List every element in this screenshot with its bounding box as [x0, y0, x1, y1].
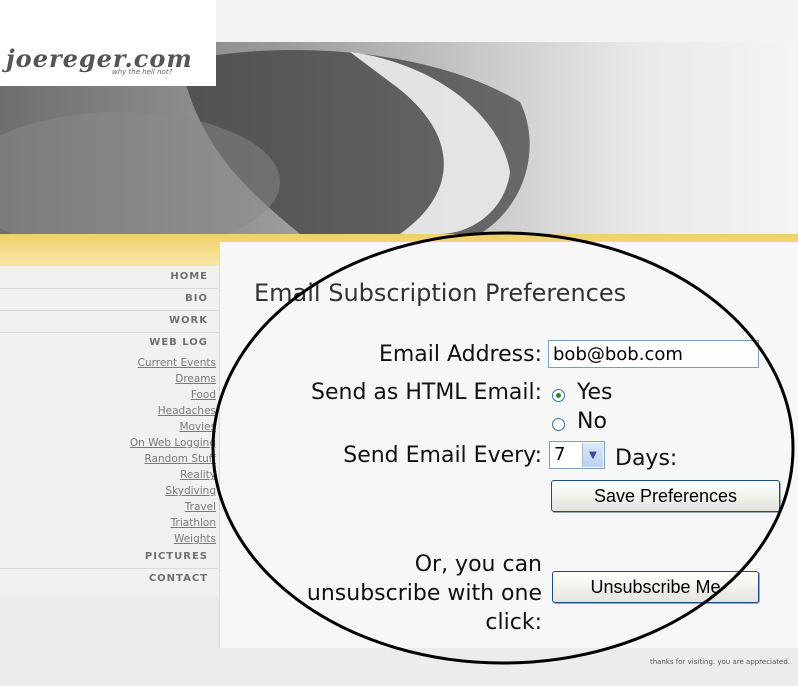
- sidebar-nav: HOME BIO WORK WEB LOG Current Events Dre…: [0, 266, 218, 596]
- nav-movies[interactable]: Movies: [179, 421, 216, 433]
- nav-divider: [0, 310, 218, 311]
- nav-bio[interactable]: BIO: [185, 293, 208, 304]
- footer-text: thanks for visiting. you are appreciated…: [649, 658, 790, 666]
- nav-divider: [0, 568, 218, 569]
- email-field[interactable]: [548, 340, 759, 368]
- nav-contact[interactable]: CONTACT: [149, 573, 208, 584]
- nav-current-events[interactable]: Current Events: [138, 357, 216, 369]
- unsubscribe-text: Or, you can unsubscribe with one click:: [307, 550, 542, 637]
- nav-headaches[interactable]: Headaches: [158, 405, 216, 417]
- nav-dreams[interactable]: Dreams: [175, 373, 216, 385]
- nav-web-log[interactable]: WEB LOG: [149, 337, 208, 348]
- html-yes-radio[interactable]: [552, 389, 565, 402]
- nav-home[interactable]: HOME: [170, 271, 208, 282]
- days-label: Days:: [615, 446, 678, 471]
- html-yes-label[interactable]: Yes: [577, 380, 613, 405]
- nav-reality[interactable]: Reality: [180, 469, 216, 481]
- frequency-select[interactable]: 7 ▼: [549, 441, 605, 469]
- nav-pictures[interactable]: PICTURES: [145, 551, 208, 562]
- nav-weights[interactable]: Weights: [174, 533, 216, 545]
- nav-divider: [0, 332, 218, 333]
- unsubscribe-button[interactable]: Unsubscribe Me: [552, 571, 759, 603]
- html-no-radio[interactable]: [552, 418, 565, 431]
- html-no-label[interactable]: No: [577, 409, 607, 434]
- unsubscribe-text-line: Or, you can: [414, 552, 542, 577]
- unsubscribe-text-line: click:: [485, 610, 542, 635]
- nav-random-stuff[interactable]: Random Stuff: [145, 453, 216, 465]
- nav-work[interactable]: WORK: [169, 315, 208, 326]
- nav-on-web-logging[interactable]: On Web Logging: [130, 437, 216, 449]
- nav-divider: [0, 288, 218, 289]
- nav-food[interactable]: Food: [191, 389, 216, 401]
- unsubscribe-text-line: unsubscribe with one: [306, 581, 542, 606]
- site-tagline: why the hell not?: [112, 68, 173, 76]
- chevron-down-icon[interactable]: ▼: [582, 443, 603, 467]
- save-preferences-button[interactable]: Save Preferences: [551, 480, 780, 512]
- nav-skydiving[interactable]: Skydiving: [165, 485, 216, 497]
- frequency-value: 7: [554, 444, 566, 465]
- logo-area[interactable]: joereger.com why the hell not?: [0, 0, 216, 86]
- nav-triathlon[interactable]: Triathlon: [171, 517, 216, 529]
- send-every-label: Send Email Every:: [343, 443, 542, 468]
- page-title: Email Subscription Preferences: [254, 279, 627, 307]
- nav-travel[interactable]: Travel: [185, 501, 216, 513]
- html-email-label: Send as HTML Email:: [311, 380, 542, 405]
- email-label: Email Address:: [378, 342, 542, 367]
